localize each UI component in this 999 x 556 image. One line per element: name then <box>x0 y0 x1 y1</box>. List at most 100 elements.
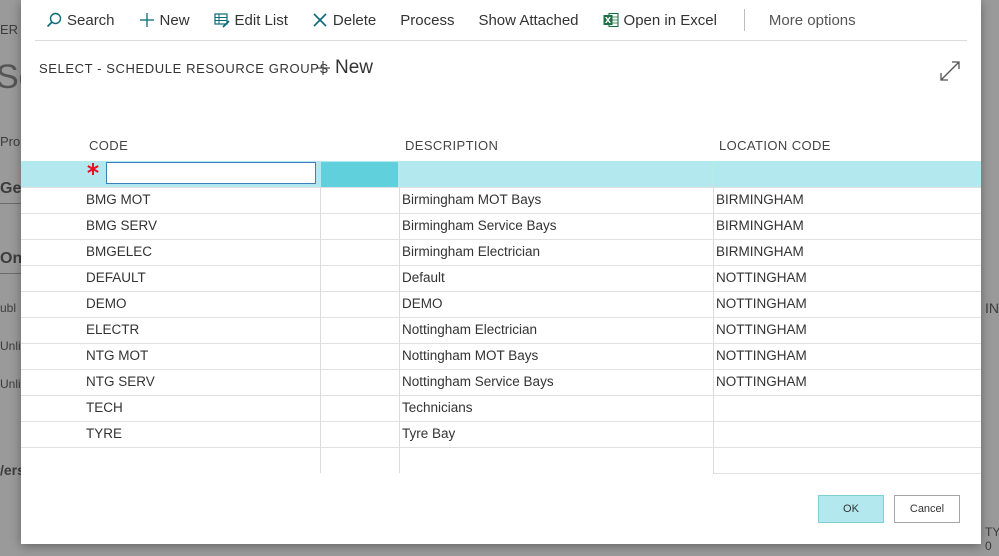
code-cell: TYRE <box>86 426 123 441</box>
table-row[interactable]: TECH Technicians <box>21 395 981 421</box>
description-cell: Nottingham MOT Bays <box>402 348 539 363</box>
code-cell: NTG SERV <box>86 374 155 389</box>
bg-fragment: ER <box>0 22 19 37</box>
new-record-button[interactable]: New <box>315 57 373 79</box>
code-cell: DEMO <box>86 296 127 311</box>
column-divider <box>320 187 321 473</box>
row-divider <box>21 213 981 214</box>
column-header-location-code[interactable]: LOCATION CODE <box>719 138 831 153</box>
page-caption: SELECT - SCHEDULE RESOURCE GROUPS <box>39 61 329 76</box>
location-code-cell: NOTTINGHAM <box>716 374 807 389</box>
bg-fragment: Pro <box>0 134 21 149</box>
location-code-cell: BIRMINGHAM <box>716 244 804 259</box>
column-header-description[interactable]: DESCRIPTION <box>405 138 498 153</box>
open-in-excel-button[interactable]: X Open in Excel <box>592 0 730 40</box>
more-options-button[interactable]: More options <box>758 0 869 40</box>
expand-icon[interactable] <box>939 60 961 87</box>
new-label: New <box>159 11 190 29</box>
row-divider <box>21 265 981 266</box>
row-divider <box>21 187 981 188</box>
row-divider <box>21 447 981 448</box>
bg-fragment: INI <box>985 300 999 316</box>
description-cell: Birmingham MOT Bays <box>402 192 542 207</box>
row-divider <box>713 473 981 474</box>
code-cell: TECH <box>86 400 123 415</box>
table-row[interactable]: DEMO DEMO NOTTINGHAM <box>21 291 981 317</box>
selected-cell-highlight <box>321 162 398 187</box>
bg-fragment: Unli <box>0 377 21 391</box>
row-divider <box>21 317 981 318</box>
description-cell: Technicians <box>402 400 473 415</box>
table-row[interactable]: NTG SERV Nottingham Service Bays NOTTING… <box>21 369 981 395</box>
location-code-cell: NOTTINGHAM <box>716 322 807 337</box>
row-divider <box>21 421 981 422</box>
column-divider <box>713 161 714 473</box>
action-bar-separator <box>743 9 745 31</box>
table-row[interactable]: BMGELEC Birmingham Electrician BIRMINGHA… <box>21 239 981 265</box>
edit-list-button[interactable]: Edit List <box>203 0 301 40</box>
delete-label: Delete <box>332 11 377 29</box>
code-cell: BMG SERV <box>86 218 158 233</box>
show-attached-button[interactable]: Show Attached <box>467 0 591 40</box>
show-attached-label: Show Attached <box>478 11 579 29</box>
plus-icon <box>315 60 331 76</box>
edit-list-label: Edit List <box>234 11 288 29</box>
bg-fragment: ubl <box>0 301 17 315</box>
code-cell: ELECTR <box>86 322 140 337</box>
location-code-cell: BIRMINGHAM <box>716 192 804 207</box>
svg-text:X: X <box>604 16 611 25</box>
bg-fragment: Unli <box>0 339 21 353</box>
edit-list-icon <box>213 12 230 28</box>
bg-fragment: 0 <box>985 539 992 553</box>
code-cell: BMGELEC <box>86 244 153 259</box>
open-in-excel-label: Open in Excel <box>623 11 717 29</box>
row-divider <box>21 395 981 396</box>
close-x-icon <box>312 12 328 28</box>
new-button[interactable]: New <box>128 0 203 40</box>
action-bar: Search New Edit List Delete Process Show… <box>35 0 967 41</box>
more-options-label: More options <box>768 11 856 29</box>
code-cell: NTG MOT <box>86 348 149 363</box>
location-code-cell: BIRMINGHAM <box>716 218 804 233</box>
required-asterisk-icon <box>85 161 101 182</box>
process-label: Process <box>400 11 455 29</box>
description-cell: Nottingham Electrician <box>402 322 538 337</box>
description-cell: Birmingham Electrician <box>402 244 541 259</box>
table-row[interactable]: TYRE Tyre Bay <box>21 421 981 447</box>
bg-divider <box>0 273 21 274</box>
table-row[interactable]: BMG SERV Birmingham Service Bays BIRMING… <box>21 213 981 239</box>
description-cell: Default <box>402 270 445 285</box>
search-icon <box>46 12 62 28</box>
row-divider <box>21 343 981 344</box>
row-divider <box>21 369 981 370</box>
code-input[interactable] <box>106 162 316 184</box>
process-menu[interactable]: Process <box>389 0 467 40</box>
column-divider <box>399 161 400 473</box>
search-label: Search <box>67 11 115 29</box>
bg-divider <box>0 203 21 204</box>
location-code-cell: NOTTINGHAM <box>716 270 807 285</box>
plus-icon <box>139 12 155 28</box>
location-code-cell: NOTTINGHAM <box>716 348 807 363</box>
row-divider <box>21 291 981 292</box>
code-cell: DEFAULT <box>86 270 146 285</box>
column-header-code[interactable]: CODE <box>89 138 128 153</box>
cancel-button[interactable]: Cancel <box>894 495 960 523</box>
bg-fragment: TY <box>985 525 999 539</box>
table-row[interactable]: ELECTR Nottingham Electrician NOTTINGHAM <box>21 317 981 343</box>
code-cell: BMG MOT <box>86 192 151 207</box>
search-button[interactable]: Search <box>35 0 128 40</box>
table-row[interactable]: BMG MOT Birmingham MOT Bays BIRMINGHAM <box>21 187 981 213</box>
new-record-label: New <box>335 57 374 78</box>
description-cell: DEMO <box>402 296 443 311</box>
location-code-cell: NOTTINGHAM <box>716 296 807 311</box>
excel-icon: X <box>603 12 619 28</box>
description-cell: Birmingham Service Bays <box>402 218 557 233</box>
ok-button[interactable]: OK <box>818 495 884 523</box>
table-row[interactable]: DEFAULT Default NOTTINGHAM <box>21 265 981 291</box>
lookup-dialog: Search New Edit List Delete Process Show… <box>21 0 981 544</box>
table-row[interactable]: NTG MOT Nottingham MOT Bays NOTTINGHAM <box>21 343 981 369</box>
description-cell: Tyre Bay <box>402 426 456 441</box>
delete-button[interactable]: Delete <box>301 0 389 40</box>
row-divider <box>21 239 981 240</box>
